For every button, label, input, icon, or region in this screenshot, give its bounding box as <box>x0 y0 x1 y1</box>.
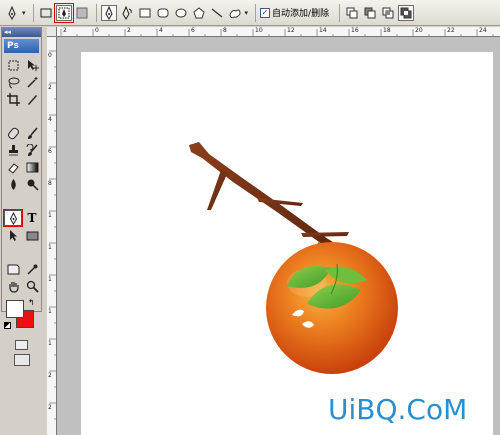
ruler-v-label: 1 <box>48 212 52 219</box>
rectangle-shape-icon[interactable] <box>137 5 153 21</box>
separator <box>32 3 34 22</box>
notes-tool-icon[interactable] <box>4 261 22 277</box>
quick-mask-controls <box>2 340 41 350</box>
ruler-v-label: 1 <box>48 276 52 283</box>
rectangle-tool-icon[interactable] <box>23 227 41 243</box>
ruler-h-label: 4 <box>159 27 163 34</box>
move-tool-icon[interactable] <box>23 57 41 73</box>
rounded-rectangle-icon[interactable] <box>155 5 171 21</box>
hand-tool-icon[interactable] <box>4 278 22 294</box>
ruler-v-label: 8 <box>48 180 52 187</box>
ruler-h-label: 24 <box>479 27 487 34</box>
ruler-v-label: 1 <box>48 340 52 347</box>
eraser-tool-icon[interactable] <box>4 159 22 175</box>
preset-dropdown-icon[interactable]: ▾ <box>22 9 26 17</box>
swap-colors-icon[interactable]: ↰ <box>28 298 35 307</box>
ruler-h-label: 0 <box>95 27 99 34</box>
ruler-h-label: 20 <box>415 27 423 34</box>
auto-add-delete-label: 自动添加/删除 <box>272 9 330 19</box>
magic-wand-icon[interactable] <box>23 74 41 90</box>
default-colors-icon[interactable] <box>4 322 11 329</box>
path-exclude-mode-icon[interactable] <box>398 4 415 21</box>
foreground-color-swatch[interactable] <box>6 300 24 318</box>
ruler-h-label: 12 <box>287 27 295 34</box>
tools-grid: T <box>2 57 41 294</box>
persimmon-artwork <box>189 142 398 374</box>
ruler-v-label: 2 <box>48 372 52 379</box>
marquee-tool-icon[interactable] <box>4 57 22 73</box>
ruler-v-label: 4 <box>48 116 52 123</box>
document-canvas[interactable] <box>81 52 493 435</box>
gradient-tool-icon[interactable] <box>23 159 41 175</box>
tools-panel-header[interactable]: ◂◂ <box>2 28 41 37</box>
tools-panel: ◂◂ Ps T ↰ <box>1 27 42 366</box>
shape-dropdown-icon[interactable]: ▾ <box>245 9 249 17</box>
eyedropper-tool-icon[interactable] <box>23 261 41 277</box>
screen-mode-icon[interactable] <box>13 354 30 366</box>
ruler-v-label: 1 <box>48 308 52 315</box>
ps-logo[interactable]: Ps <box>4 39 39 53</box>
ruler-h-label: 14 <box>319 27 327 34</box>
color-swatches: ↰ <box>2 297 41 337</box>
healing-brush-icon[interactable] <box>4 125 22 141</box>
ruler-v-label: 2 <box>48 404 52 411</box>
lasso-tool-icon[interactable] <box>4 74 22 90</box>
line-shape-icon[interactable] <box>209 5 225 21</box>
vertical-ruler[interactable]: 0 2 4 6 8 1 1 1 1 1 2 2 <box>47 37 57 435</box>
path-selection-icon[interactable] <box>4 227 22 243</box>
ruler-v-label: 0 <box>48 52 52 59</box>
blur-tool-icon[interactable] <box>4 176 22 192</box>
auto-add-delete-checkbox[interactable]: ✓ <box>260 7 271 18</box>
ruler-h-label: 22 <box>447 27 455 34</box>
ruler-h-label: 18 <box>383 27 391 34</box>
ruler-h-label: 10 <box>255 27 263 34</box>
type-tool-icon[interactable]: T <box>23 210 41 226</box>
brush-tool-icon[interactable] <box>23 125 41 141</box>
separator <box>255 3 257 22</box>
dodge-tool-icon[interactable] <box>23 176 41 192</box>
options-bar: ▾ ▾ ✓ 自动添加/删除 <box>0 0 500 26</box>
watermark-text: UiBQ.CoM <box>328 393 468 426</box>
ruler-v-label: 6 <box>48 148 52 155</box>
separator <box>95 3 97 22</box>
history-brush-icon[interactable] <box>23 142 41 158</box>
ellipse-shape-icon[interactable] <box>173 5 189 21</box>
ruler-h-label: 6 <box>191 27 195 34</box>
standard-mode-icon[interactable] <box>15 340 28 350</box>
ruler-h-label: 2 <box>63 27 67 34</box>
paths-button[interactable] <box>53 2 74 23</box>
ruler-h-label: 8 <box>223 27 227 34</box>
ruler-h-label: 2 <box>127 27 131 34</box>
pen-tool-button[interactable] <box>100 4 117 21</box>
zoom-tool-icon[interactable] <box>23 278 41 294</box>
horizontal-ruler[interactable]: 2 0 2 4 6 8 10 12 14 16 18 20 22 24 <box>57 27 500 37</box>
ruler-v-label: 1 <box>48 244 52 251</box>
pen-tool-icon[interactable] <box>3 209 23 227</box>
shape-layers-button[interactable] <box>38 5 54 21</box>
fill-pixels-button[interactable] <box>74 5 90 21</box>
ruler-origin[interactable] <box>47 27 57 37</box>
ruler-h-label: 16 <box>351 27 359 34</box>
separator <box>339 3 341 22</box>
path-intersect-mode-icon[interactable] <box>380 5 396 21</box>
polygon-shape-icon[interactable] <box>191 5 207 21</box>
document-window: 2 0 2 4 6 8 10 12 14 16 18 20 22 24 0 2 … <box>47 27 500 435</box>
clone-stamp-icon[interactable] <box>4 142 22 158</box>
ruler-v-label: 2 <box>48 84 52 91</box>
freeform-pen-button[interactable] <box>119 5 135 21</box>
crop-tool-icon[interactable] <box>4 91 22 107</box>
path-subtract-mode-icon[interactable] <box>362 5 378 21</box>
slice-tool-icon[interactable] <box>23 91 41 107</box>
screen-mode-controls <box>2 354 41 366</box>
path-add-mode-icon[interactable] <box>344 5 360 21</box>
pen-tool-preset-icon[interactable] <box>4 5 20 21</box>
custom-shape-icon[interactable] <box>227 5 243 21</box>
